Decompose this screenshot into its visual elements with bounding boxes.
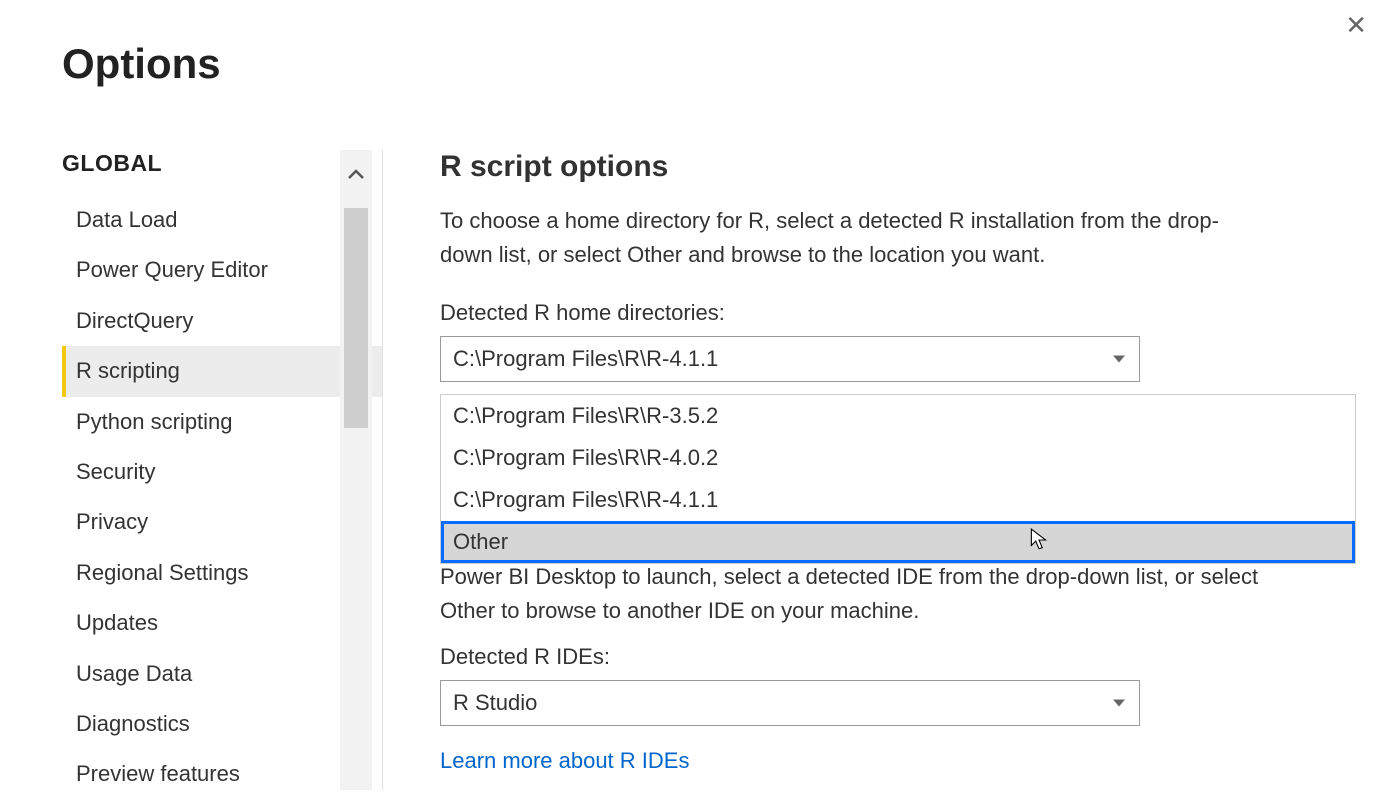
sidebar-item-security[interactable]: Security: [62, 447, 382, 497]
home-dir-label: Detected R home directories:: [440, 300, 1360, 326]
page-title: Options: [62, 40, 221, 88]
vertical-divider: [382, 150, 383, 790]
ide-block: Detected R IDEs: R Studio Learn more abo…: [440, 644, 1140, 774]
home-dir-value: C:\Program Files\R\R-4.1.1: [453, 346, 718, 372]
scroll-up-icon[interactable]: [340, 150, 372, 198]
sidebar-item-diagnostics[interactable]: Diagnostics: [62, 699, 382, 749]
sidebar-item-directquery[interactable]: DirectQuery: [62, 296, 382, 346]
sidebar-item-privacy[interactable]: Privacy: [62, 497, 382, 547]
mouse-cursor-icon: [1030, 528, 1048, 552]
chevron-down-icon: [1113, 700, 1125, 707]
sidebar-item-updates[interactable]: Updates: [62, 598, 382, 648]
sidebar-item-preview-features[interactable]: Preview features: [62, 749, 382, 799]
ide-value: R Studio: [453, 690, 537, 716]
ide-description-partial: Power BI Desktop to launch, select a det…: [440, 560, 1300, 628]
dropdown-option-r402[interactable]: C:\Program Files\R\R-4.0.2: [441, 437, 1355, 479]
ide-dropdown[interactable]: R Studio: [440, 680, 1140, 726]
home-dir-dropdown[interactable]: C:\Program Files\R\R-4.1.1: [440, 336, 1140, 382]
dropdown-option-other[interactable]: Other: [441, 521, 1355, 563]
sidebar-item-data-load[interactable]: Data Load: [62, 195, 382, 245]
sidebar-item-power-query-editor[interactable]: Power Query Editor: [62, 245, 382, 295]
sidebar-section-header: GLOBAL: [62, 150, 382, 177]
sidebar-item-python-scripting[interactable]: Python scripting: [62, 397, 382, 447]
dropdown-option-r411[interactable]: C:\Program Files\R\R-4.1.1: [441, 479, 1355, 521]
home-dir-dropdown-list: C:\Program Files\R\R-3.5.2 C:\Program Fi…: [440, 394, 1356, 564]
sidebar-item-usage-data[interactable]: Usage Data: [62, 649, 382, 699]
sidebar-item-r-scripting[interactable]: R scripting: [62, 346, 382, 396]
ide-label: Detected R IDEs:: [440, 644, 1140, 670]
section-title: R script options: [440, 150, 1360, 184]
close-icon[interactable]: ✕: [1345, 10, 1367, 41]
learn-more-link[interactable]: Learn more about R IDEs: [440, 748, 689, 774]
sidebar: GLOBAL Data Load Power Query Editor Dire…: [62, 150, 382, 790]
sidebar-scrollbar[interactable]: [340, 150, 372, 790]
dropdown-option-r352[interactable]: C:\Program Files\R\R-3.5.2: [441, 395, 1355, 437]
chevron-down-icon: [1113, 356, 1125, 363]
sidebar-item-regional-settings[interactable]: Regional Settings: [62, 548, 382, 598]
section-description: To choose a home directory for R, select…: [440, 204, 1260, 272]
scroll-thumb[interactable]: [344, 208, 368, 428]
main-panel: R script options To choose a home direct…: [440, 150, 1360, 382]
